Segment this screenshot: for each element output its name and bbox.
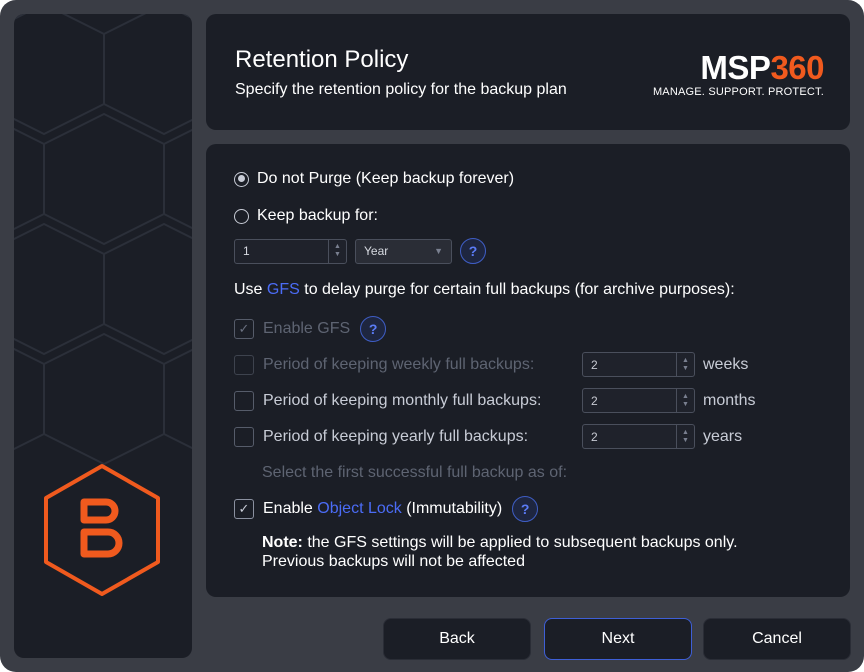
weekly-value: 2 xyxy=(591,357,598,372)
yearly-value: 2 xyxy=(591,429,598,444)
enable-gfs-label: Enable GFS xyxy=(263,320,351,337)
keep-backup-controls: 1 ▲ ▼ Year ▼ ? xyxy=(234,238,486,264)
object-lock-checkbox[interactable]: ✓ xyxy=(234,499,254,519)
gfs-intro: Use GFS to delay purge for certain full … xyxy=(234,281,735,299)
yearly-unit: years xyxy=(703,427,743,445)
gfs-intro-prefix: Use xyxy=(234,281,267,298)
object-lock-help-icon[interactable]: ? xyxy=(512,496,539,522)
object-lock-option[interactable]: ✓ Enable Object Lock (Immutability) ? xyxy=(234,496,539,522)
page-subtitle: Specify the retention policy for the bac… xyxy=(235,81,567,98)
msp360-logo: MSP360 MANAGE. SUPPORT. PROTECT. xyxy=(652,49,825,98)
wizard-window: Retention Policy Specify the retention p… xyxy=(0,0,864,672)
keep-duration-stepper[interactable]: 1 ▲ ▼ xyxy=(234,238,347,264)
stepper-arrows-icon[interactable]: ▲ ▼ xyxy=(676,389,694,412)
stepper-arrows-icon[interactable]: ▲ ▼ xyxy=(676,353,694,376)
object-lock-suffix: (Immutability) xyxy=(401,500,503,517)
monthly-unit: months xyxy=(703,391,756,409)
header-card: Retention Policy Specify the retention p… xyxy=(206,14,850,130)
weekly-checkbox[interactable] xyxy=(234,354,254,375)
decorative-side-panel xyxy=(14,14,192,658)
keep-backup-help-icon[interactable]: ? xyxy=(460,238,486,264)
keep-duration-value: 1 xyxy=(243,244,250,258)
gfs-intro-suffix: to delay purge for certain full backups … xyxy=(299,281,735,298)
logo-wordmark: MSP360 xyxy=(653,49,824,86)
stepper-arrows-icon[interactable]: ▲ ▼ xyxy=(328,239,346,263)
note-line2: Previous backups will not be affected xyxy=(262,553,525,570)
chevron-down-icon: ▼ xyxy=(434,246,443,256)
first-backup-label: Select the first successful full backup … xyxy=(262,464,568,481)
keep-backup-label: Keep backup for: xyxy=(257,207,378,224)
brand-hexagon-icon xyxy=(44,464,160,596)
logo-wordmark-msp: MSP xyxy=(700,49,771,86)
next-button[interactable]: Next xyxy=(544,618,692,660)
first-backup-label-row: Select the first successful full backup … xyxy=(262,464,567,482)
back-button[interactable]: Back xyxy=(383,618,531,660)
monthly-label: Period of keeping monthly full backups: xyxy=(263,391,542,409)
keep-backup-option[interactable]: Keep backup for: xyxy=(234,207,378,225)
yearly-option: Period of keeping yearly full backups: 2… xyxy=(234,424,742,449)
enable-gfs-option[interactable]: ✓ Enable GFS ? xyxy=(234,316,387,342)
logo-wordmark-360: 360 xyxy=(770,49,824,86)
monthly-option: Period of keeping monthly full backups: … xyxy=(234,388,755,413)
cancel-button[interactable]: Cancel xyxy=(703,618,851,660)
do-not-purge-radio[interactable] xyxy=(234,171,249,187)
monthly-value: 2 xyxy=(591,393,598,408)
object-lock-prefix: Enable xyxy=(263,500,318,517)
keep-backup-radio[interactable] xyxy=(234,208,249,224)
yearly-label: Period of keeping yearly full backups: xyxy=(263,427,529,445)
weekly-option: Period of keeping weekly full backups: 2… xyxy=(234,352,748,377)
gfs-help-icon[interactable]: ? xyxy=(360,316,387,342)
object-lock-link[interactable]: Object Lock xyxy=(317,500,401,518)
monthly-checkbox[interactable] xyxy=(234,390,254,411)
weekly-stepper[interactable]: 2 ▲ ▼ xyxy=(582,352,695,377)
enable-gfs-checkbox[interactable]: ✓ xyxy=(234,319,254,339)
stepper-arrows-icon[interactable]: ▲ ▼ xyxy=(676,425,694,448)
keep-unit-value: Year xyxy=(364,244,389,258)
note-label: Note: xyxy=(262,534,303,551)
note-text: Note: the GFS settings will be applied t… xyxy=(262,533,738,571)
weekly-unit: weeks xyxy=(703,355,749,373)
yearly-checkbox[interactable] xyxy=(234,426,254,447)
do-not-purge-label: Do not Purge (Keep backup forever) xyxy=(257,170,515,187)
logo-tagline: MANAGE. SUPPORT. PROTECT. xyxy=(652,86,824,98)
note-line1: the GFS settings will be applied to subs… xyxy=(302,534,738,551)
yearly-stepper[interactable]: 2 ▲ ▼ xyxy=(582,424,695,449)
do-not-purge-option[interactable]: Do not Purge (Keep backup forever) xyxy=(234,170,514,188)
retention-settings-panel: Do not Purge (Keep backup forever) Keep … xyxy=(206,144,850,597)
monthly-stepper[interactable]: 2 ▲ ▼ xyxy=(582,388,695,413)
weekly-label: Period of keeping weekly full backups: xyxy=(263,355,535,373)
gfs-link[interactable]: GFS xyxy=(267,281,300,299)
keep-unit-select[interactable]: Year ▼ xyxy=(355,238,452,264)
page-title: Retention Policy xyxy=(235,46,409,73)
